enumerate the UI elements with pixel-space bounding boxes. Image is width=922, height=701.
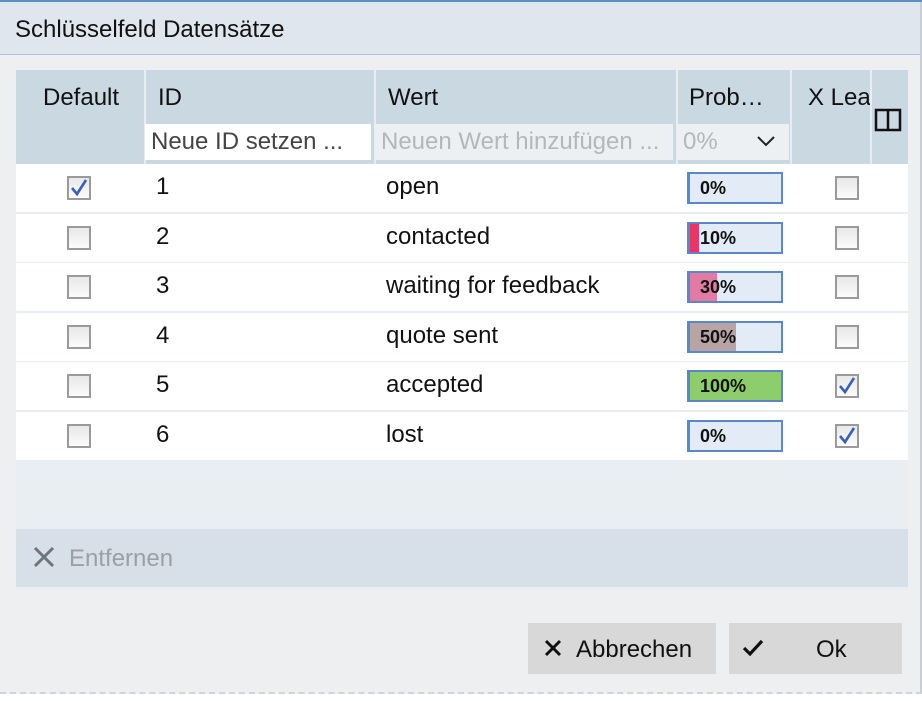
checkmark-icon [839, 377, 856, 395]
close-icon [544, 639, 562, 657]
probability-progress-bar: 0% [687, 419, 783, 452]
probability-progress-bar: 0% [687, 172, 783, 204]
x-lead-checkbox[interactable] [835, 324, 859, 349]
table-row[interactable]: 4 quote sent 50% [16, 312, 908, 363]
default-checkbox[interactable] [67, 225, 91, 250]
table-row[interactable]: 2 contacted 10% [16, 213, 908, 264]
remove-button[interactable]: Entfernen [16, 529, 216, 587]
cancel-button-label: Abbrechen [576, 636, 693, 663]
default-checkbox[interactable] [67, 275, 91, 299]
value-cell: lost [386, 420, 424, 448]
probability-label: 10% [700, 227, 737, 248]
column-header-default-label: Default [43, 84, 120, 111]
column-header-id-label: ID [158, 84, 182, 111]
id-filter-input[interactable] [145, 124, 371, 160]
probability-filter-select[interactable]: 0% [677, 124, 789, 160]
table-row[interactable]: 3 waiting for feedback 30% [16, 263, 908, 313]
default-checkbox[interactable] [67, 176, 91, 200]
probability-progress-bar: 50% [687, 320, 783, 353]
value-cell: accepted [386, 371, 484, 398]
value-cell: waiting for feedback [386, 272, 600, 299]
records-grid: Default ID Wert Prob… X Lea 0% [16, 70, 908, 590]
value-cell: open [386, 173, 440, 200]
x-lead-checkbox[interactable] [835, 176, 859, 200]
column-header-probability-label: Prob… [689, 84, 764, 111]
probability-progress-bar: 30% [687, 271, 783, 303]
checkmark-icon [742, 639, 764, 657]
probability-progress-bar: 100% [687, 370, 783, 402]
default-checkbox[interactable] [67, 423, 91, 448]
probability-label: 0% [700, 425, 727, 446]
default-checkbox[interactable] [67, 324, 91, 349]
column-header-x-lead-label: X Lea [808, 84, 870, 111]
value-filter-input[interactable] [375, 124, 673, 160]
ok-button[interactable]: Ok [729, 623, 902, 674]
id-cell: 5 [156, 371, 170, 398]
column-header-wert-label: Wert [388, 84, 439, 111]
grid-header: Default ID Wert Prob… X Lea 0% [16, 70, 908, 164]
dialog-title: Schlüsselfeld Datensätze [15, 16, 285, 43]
id-cell: 2 [156, 222, 170, 250]
x-lead-checkbox[interactable] [835, 374, 859, 398]
value-cell: contacted [386, 222, 491, 250]
table-row[interactable]: 5 accepted 100% [16, 362, 908, 412]
probability-filter-value: 0% [683, 128, 718, 155]
grid-toolbar: Entfernen [16, 529, 908, 587]
table-row[interactable]: 1 open 0% [16, 164, 908, 214]
table-row[interactable]: 6 lost 0% [16, 411, 908, 462]
value-cell: quote sent [386, 321, 499, 349]
id-cell: 6 [156, 420, 170, 448]
probability-progress-bar: 10% [687, 221, 783, 254]
column-header-default[interactable]: Default [16, 70, 144, 164]
cancel-button[interactable]: Abbrechen [528, 623, 716, 674]
x-lead-checkbox[interactable] [835, 275, 859, 299]
column-chooser-icon[interactable] [872, 106, 904, 134]
id-cell: 3 [156, 272, 170, 299]
x-lead-checkbox[interactable] [835, 225, 859, 250]
checkmark-icon [71, 179, 88, 197]
x-lead-checkbox[interactable] [835, 423, 859, 448]
chevron-down-icon [757, 136, 775, 147]
probability-label: 0% [700, 178, 727, 198]
probability-label: 100% [700, 376, 747, 396]
remove-button-label: Entfernen [69, 545, 174, 572]
default-checkbox[interactable] [67, 374, 91, 398]
checkmark-icon [839, 426, 856, 444]
close-icon [33, 546, 55, 568]
probability-label: 50% [700, 326, 737, 347]
dialog-title-bar[interactable]: Schlüsselfeld Datensätze [0, 2, 920, 55]
column-header-x-lead[interactable]: X Lea [792, 70, 870, 164]
id-cell: 1 [156, 173, 170, 200]
progress-fill [690, 223, 700, 252]
key-field-records-dialog: Schlüsselfeld Datensätze Default ID Wert… [0, 0, 922, 694]
id-cell: 4 [156, 321, 170, 349]
probability-label: 30% [700, 277, 737, 297]
ok-button-label: Ok [816, 636, 847, 663]
